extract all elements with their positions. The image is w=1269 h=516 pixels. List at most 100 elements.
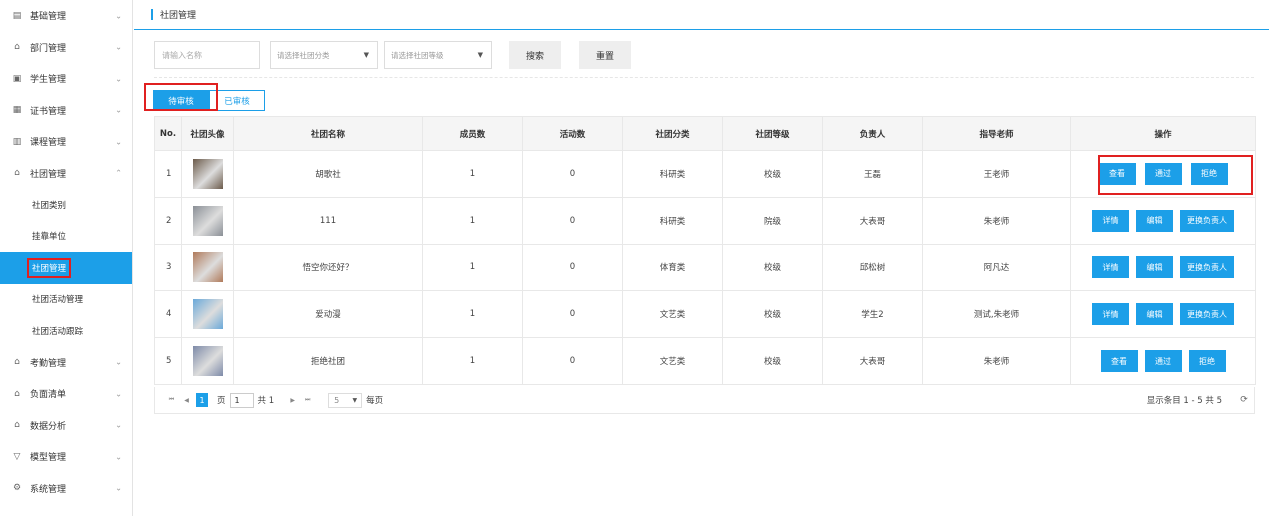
club-name: 胡歌社 <box>233 150 423 198</box>
sidebar-item-label: 考勤管理 <box>30 358 67 369</box>
club-name: 爱动漫 <box>233 290 423 339</box>
caret-down-icon: ▼ <box>352 396 358 404</box>
change-leader-button[interactable]: 更换负责人 <box>1180 256 1234 279</box>
edit-button[interactable]: 编辑 <box>1136 303 1173 326</box>
last-page-icon[interactable]: ⏭ <box>301 394 314 407</box>
sidebar-item-after-4[interactable]: ⚙ 系统管理 ⌄ <box>0 473 132 505</box>
sidebar-item-label: 社团管理 <box>30 169 67 180</box>
row-number: 2 <box>154 196 182 245</box>
detail-button[interactable]: 详情 <box>1092 209 1129 232</box>
sidebar-item-after-0[interactable]: ⌂ 考勤管理 ⌄ <box>0 347 132 379</box>
club-leader: 学生2 <box>822 290 923 339</box>
current-page[interactable]: 1 <box>196 393 208 407</box>
table-row: 1 胡歌社 1 0 科研类 校级 王磊 王老师 查看 通过 拒绝 <box>154 150 1256 198</box>
page-size-select[interactable]: 5 ▼ <box>328 392 363 408</box>
annotation-highlight-box <box>1098 155 1253 195</box>
actions-cell: 详情 编辑 更换负责人 <box>1070 290 1256 339</box>
view-button[interactable]: 查看 <box>1100 350 1138 373</box>
sidebar-item-label: 负面清单 <box>30 390 67 401</box>
sidebar-item-4[interactable]: ▥ 课程管理 ⌄ <box>0 126 132 158</box>
club-leader: 大表哥 <box>822 337 923 385</box>
sidebar-subitem-0[interactable]: 社团类别 <box>0 189 132 221</box>
chevron-down-icon: ⌄ <box>115 42 122 52</box>
avatar-cell <box>181 337 234 385</box>
table-row: 2 111 1 0 科研类 院级 大表哥 朱老师 详情 编辑 更换负责人 <box>154 196 1256 245</box>
club-name: 拒绝社团 <box>233 337 423 385</box>
member-count: 1 <box>422 243 523 292</box>
edit-button[interactable]: 编辑 <box>1136 256 1173 279</box>
action-group: 详情 编辑 更换负责人 <box>1071 303 1255 326</box>
divider <box>154 77 1254 78</box>
detail-button[interactable]: 详情 <box>1092 256 1129 279</box>
records-summary: 显示条目 1 - 5 共 5 <box>1146 396 1222 406</box>
actions-cell: 查看 通过 拒绝 <box>1070 337 1256 385</box>
change-leader-button[interactable]: 更换负责人 <box>1180 303 1234 326</box>
change-leader-button[interactable]: 更换负责人 <box>1180 209 1234 232</box>
prev-page-icon[interactable]: ◀ <box>180 394 193 407</box>
sidebar-item-2[interactable]: ▣ 学生管理 ⌄ <box>0 63 132 95</box>
club-leader: 王磊 <box>822 150 923 198</box>
advisor-teacher: 朱老师 <box>922 196 1071 245</box>
member-count: 1 <box>422 337 523 385</box>
sidebar-subitem-3[interactable]: 社团活动管理 <box>0 284 132 316</box>
sidebar-subitem-label: 社团类别 <box>32 200 67 211</box>
table-row: 3 悟空你还好？ 1 0 体育类 校级 邱松树 阿凡达 详情 编辑 更换负责人 <box>154 243 1256 292</box>
detail-button[interactable]: 详情 <box>1092 303 1129 326</box>
level-select[interactable]: 请选择社团等级 ▼ <box>384 41 492 69</box>
column-header: No. <box>154 116 182 151</box>
column-header: 活动数 <box>522 116 623 151</box>
chevron-down-icon: ⌄ <box>115 137 122 147</box>
chevron-down-icon: ⌄ <box>115 74 122 84</box>
sidebar-item-after-2[interactable]: ⌂ 数据分析 ⌄ <box>0 410 132 442</box>
column-header: 负责人 <box>822 116 923 151</box>
sidebar-item-3[interactable]: ▦ 证书管理 ⌄ <box>0 95 132 127</box>
building-icon: ⌂ <box>14 42 20 53</box>
club-category: 科研类 <box>622 196 723 245</box>
edit-button[interactable]: 编辑 <box>1136 209 1173 232</box>
name-search-input[interactable]: 请输入名称 <box>154 41 260 69</box>
column-header: 指导老师 <box>922 116 1071 151</box>
reject-button[interactable]: 拒绝 <box>1188 350 1226 373</box>
sidebar-item-after-3[interactable]: ▽ 模型管理 ⌄ <box>0 441 132 473</box>
club-level: 校级 <box>722 290 823 339</box>
sidebar-item-label: 数据分析 <box>30 421 67 432</box>
club-avatar <box>192 252 223 283</box>
table-row: 5 拒绝社团 1 0 文艺类 校级 大表哥 朱老师 查看 通过 拒绝 <box>154 337 1256 385</box>
sidebar-item-label: 系统管理 <box>30 484 67 495</box>
first-page-icon[interactable]: ⏮ <box>165 394 178 407</box>
caret-down-icon: ▼ <box>363 51 369 59</box>
chevron-down-icon: ⌄ <box>115 452 122 462</box>
sidebar-subitem-4[interactable]: 社团活动跟踪 <box>0 315 132 347</box>
chevron-down-icon: ⌄ <box>115 105 122 115</box>
actions-cell: 详情 编辑 更换负责人 <box>1070 196 1256 245</box>
sidebar-item-1[interactable]: ⌂ 部门管理 ⌄ <box>0 32 132 64</box>
approve-button[interactable]: 通过 <box>1144 350 1182 373</box>
chevron-down-icon: ⌄ <box>115 11 122 21</box>
sidebar-item-label: 学生管理 <box>30 75 67 86</box>
sidebar-subitem-1[interactable]: 挂靠单位 <box>0 221 132 253</box>
sidebar-item-5[interactable]: ⌂ 社团管理 ⌃ <box>0 158 132 190</box>
activity-count: 0 <box>522 150 623 198</box>
sidebar-subitem-label: 挂靠单位 <box>32 232 67 243</box>
activity-count: 0 <box>522 337 623 385</box>
sidebar-item-0[interactable]: ▤ 基础管理 ⌄ <box>0 0 132 32</box>
list-icon: ▤ <box>12 10 22 21</box>
club-leader: 邱松树 <box>822 243 923 292</box>
refresh-icon[interactable]: ⟳ <box>1234 395 1254 405</box>
building-icon: ⌂ <box>14 168 20 179</box>
next-page-icon[interactable]: ▶ <box>286 394 299 407</box>
sidebar-subitem-label: 社团活动跟踪 <box>32 326 84 337</box>
advisor-teacher: 阿凡达 <box>922 243 1071 292</box>
chevron-down-icon: ⌄ <box>115 357 122 367</box>
sidebar-item-label: 基础管理 <box>30 12 67 23</box>
building-icon: ⌂ <box>14 357 20 368</box>
avatar-cell <box>181 196 234 245</box>
sidebar-item-after-1[interactable]: ⌂ 负面清单 ⌄ <box>0 378 132 410</box>
page-input[interactable]: 1 <box>229 392 254 408</box>
club-level: 校级 <box>722 337 823 385</box>
sidebar-subitem-2[interactable]: 社团管理 <box>0 252 132 284</box>
reset-button[interactable]: 重置 <box>579 41 631 69</box>
building-icon: ⌂ <box>14 420 20 431</box>
search-button[interactable]: 搜索 <box>509 41 561 69</box>
category-select[interactable]: 请选择社团分类 ▼ <box>270 41 378 69</box>
